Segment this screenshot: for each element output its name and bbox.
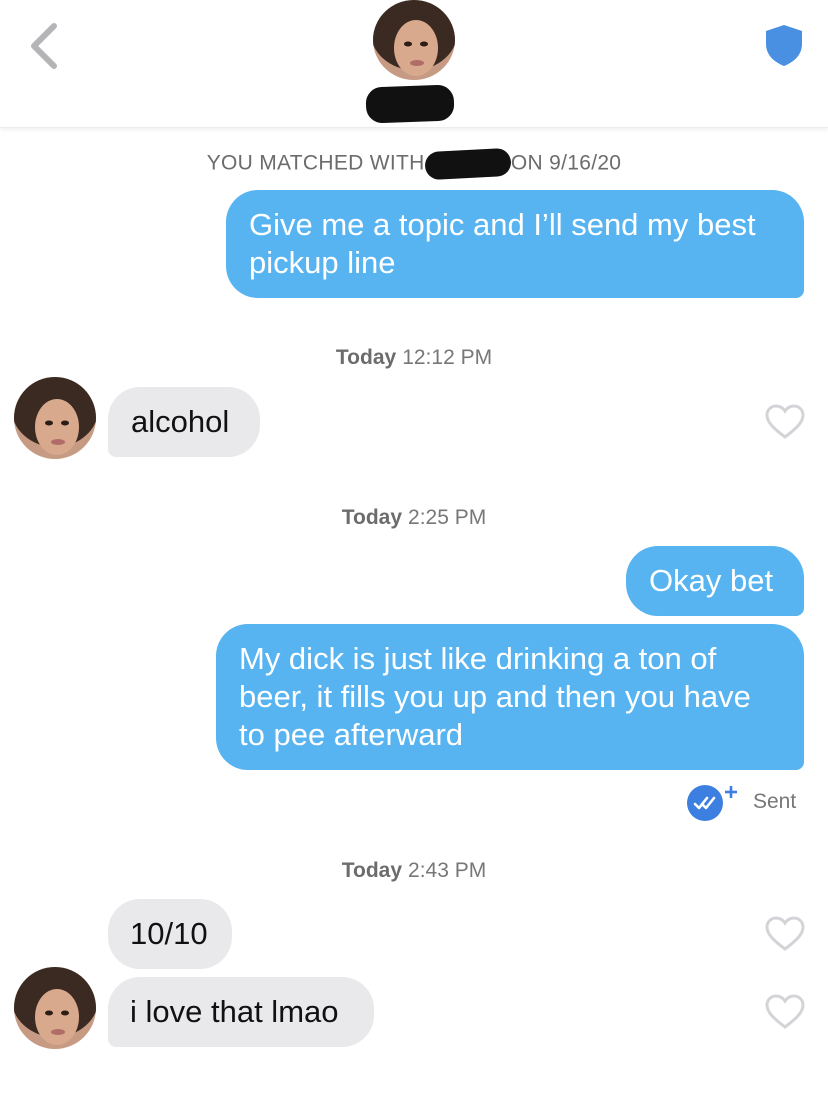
redacted-name <box>365 84 455 124</box>
timestamp-day: Today <box>341 859 403 882</box>
heart-icon <box>765 916 805 951</box>
chat-header <box>0 0 828 128</box>
message-outgoing[interactable]: Give me a topic and I’ll send my best pi… <box>226 190 804 298</box>
chevron-left-icon <box>31 23 57 69</box>
safety-button[interactable] <box>762 22 806 68</box>
like-message-button[interactable] <box>765 404 805 440</box>
timestamp: Today 2:43 PM <box>0 859 828 883</box>
timestamp-day: Today <box>341 506 403 529</box>
read-receipt[interactable]: Sent <box>686 781 806 821</box>
timestamp-time: 2:25 PM <box>408 506 487 529</box>
timestamp: Today 2:25 PM <box>0 506 828 530</box>
timestamp-time: 12:12 PM <box>402 346 493 369</box>
back-button[interactable] <box>24 20 68 72</box>
message-outgoing[interactable]: My dick is just like drinking a ton of b… <box>216 624 804 770</box>
sent-label: Sent <box>753 790 797 813</box>
match-avatar-small[interactable] <box>14 967 96 1049</box>
timestamp: Today 12:12 PM <box>0 346 828 370</box>
message-outgoing[interactable]: Okay bet <box>626 546 804 616</box>
like-message-button[interactable] <box>765 916 805 952</box>
match-suffix: ON 9/16/20 <box>510 151 622 175</box>
timestamp-day: Today <box>335 346 397 369</box>
match-prefix: YOU MATCHED WITH <box>206 151 425 175</box>
redacted-match-name <box>424 147 512 181</box>
match-avatar[interactable] <box>373 0 455 80</box>
match-avatar-small[interactable] <box>14 377 96 459</box>
heart-icon <box>765 404 805 439</box>
message-incoming[interactable]: alcohol <box>108 387 260 457</box>
shield-icon <box>766 25 802 66</box>
timestamp-time: 2:43 PM <box>408 859 487 882</box>
message-incoming[interactable]: i love that lmao <box>108 977 374 1047</box>
double-check-icon <box>687 785 737 821</box>
like-message-button[interactable] <box>765 994 805 1030</box>
message-incoming[interactable]: 10/10 <box>108 899 232 969</box>
heart-icon <box>765 994 805 1029</box>
match-info: YOU MATCHED WITH ON 9/16/20 <box>0 147 828 181</box>
